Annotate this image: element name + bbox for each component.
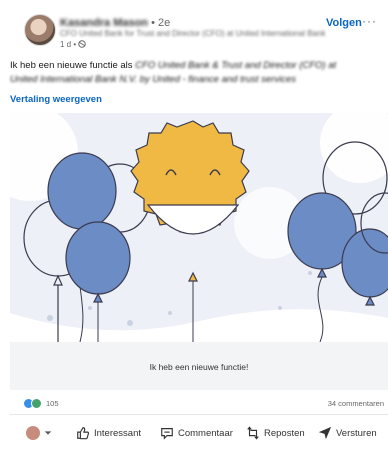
globe-icon <box>78 40 87 48</box>
author-headline: CFO United Bank for Trust and Director (… <box>60 29 326 38</box>
comment-icon <box>161 428 173 440</box>
post-body: Ik heb een nieuwe functie als CFO United… <box>10 59 380 87</box>
post-header: Kasandra Mason • 2e CFO United Bank for … <box>0 0 388 56</box>
post-meta: 1 d • <box>60 40 87 49</box>
celebration-illustration <box>10 113 388 342</box>
post-text-role: CFO United Bank & Trust and Director (CF… <box>135 60 337 71</box>
interessant-button[interactable]: Interessant <box>76 426 141 440</box>
translate-link[interactable]: Vertaling weergeven <box>10 94 102 105</box>
versturen-label: Versturen <box>336 427 377 439</box>
interessant-label: Interessant <box>94 427 141 439</box>
divider <box>10 414 388 415</box>
author-name[interactable]: Kasandra Mason <box>60 17 148 29</box>
post-text-prefix: Ik heb een nieuwe functie als <box>10 60 133 71</box>
reposten-button[interactable]: Reposten <box>246 426 305 440</box>
repost-icon <box>247 426 259 440</box>
send-icon <box>318 426 332 440</box>
celebrate-reaction-icon <box>31 398 42 409</box>
more-options-button[interactable]: ··· <box>362 14 377 28</box>
versturen-button[interactable]: Versturen <box>318 426 377 440</box>
image-caption: Ik heb een nieuwe functie! <box>149 362 249 372</box>
connection-degree: • 2e <box>151 17 171 29</box>
reaction-count: 105 <box>46 399 59 408</box>
action-bar: Interessant Commentaar Reposten Versture… <box>0 418 388 448</box>
reaction-avatar-selector[interactable] <box>26 426 52 440</box>
reposten-label: Reposten <box>264 427 305 439</box>
author-name-line[interactable]: Kasandra Mason • 2e <box>60 17 170 29</box>
chevron-down-icon <box>44 431 52 435</box>
avatar-mini <box>26 426 40 440</box>
post-time: 1 d • <box>60 40 77 49</box>
thumbs-up-icon <box>77 427 90 440</box>
post-image[interactable] <box>10 113 388 342</box>
follow-button[interactable]: Volgen <box>326 17 362 29</box>
reactions-summary[interactable]: 105 <box>24 398 59 409</box>
avatar[interactable] <box>24 14 56 46</box>
commentaar-button[interactable]: Commentaar <box>160 426 233 440</box>
post-text-company: United International Bank N.V. by United… <box>10 74 297 85</box>
commentaar-label: Commentaar <box>178 427 233 439</box>
comments-count[interactable]: 34 commentaren <box>328 399 384 408</box>
image-caption-box[interactable]: Ik heb een nieuwe functie! <box>10 342 388 390</box>
